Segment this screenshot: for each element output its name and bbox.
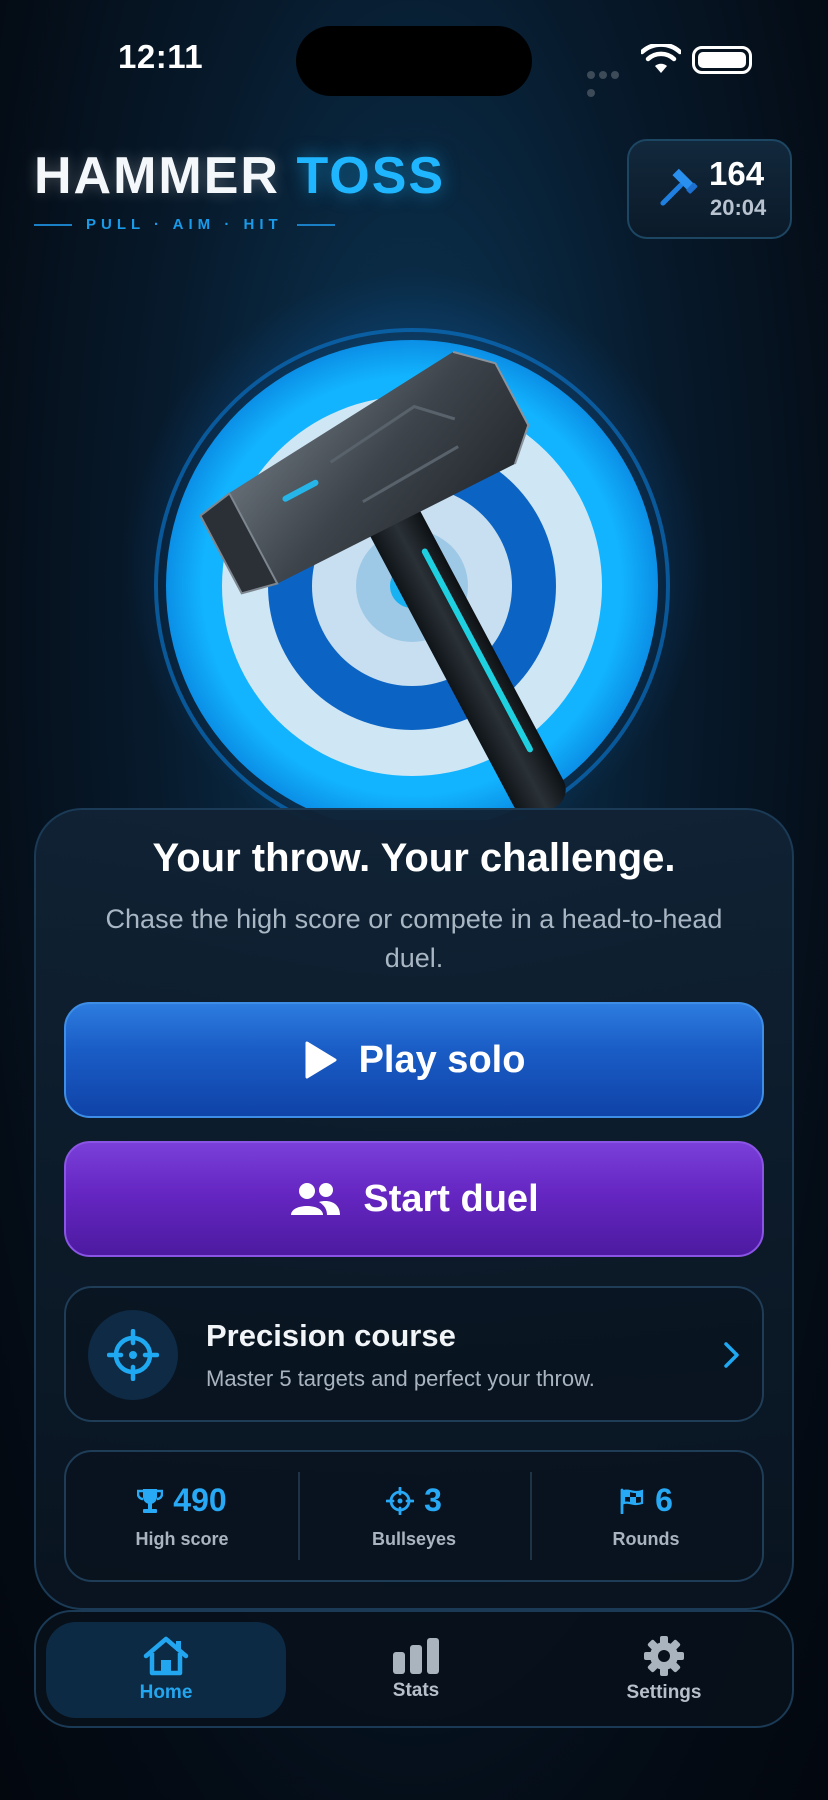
home-icon xyxy=(143,1636,189,1676)
checkered-flag-icon xyxy=(620,1488,644,1514)
tab-bar: Home Stats Settings xyxy=(34,1610,794,1728)
game-title: HAMMER TOSS xyxy=(34,146,445,206)
chevron-right-icon xyxy=(724,1342,739,1368)
stat-rounds: 6 Rounds xyxy=(530,1452,762,1580)
bullseyes-label: Bullseyes xyxy=(371,1529,457,1549)
cellular-signal-icon xyxy=(587,66,633,97)
bullseyes-value: 3 xyxy=(424,1482,442,1518)
play-solo-label: Play solo xyxy=(358,1038,526,1081)
tab-stats-label: Stats xyxy=(392,1680,440,1701)
users-icon xyxy=(291,1183,341,1215)
gear-icon xyxy=(644,1636,684,1676)
wifi-icon xyxy=(641,44,681,73)
rounds-value: 6 xyxy=(655,1482,673,1518)
refill-timer: 20:04 xyxy=(710,195,767,220)
tab-home-label: Home xyxy=(139,1682,193,1703)
crosshair-icon xyxy=(107,1329,159,1381)
start-duel-button[interactable]: Start duel xyxy=(64,1141,764,1257)
course-description: Master 5 targets and perfect your throw. xyxy=(206,1366,595,1391)
course-title: Precision course xyxy=(206,1318,456,1353)
crosshair-icon xyxy=(386,1486,415,1515)
stat-high-score: 490 High score xyxy=(66,1452,298,1580)
rounds-label: Rounds xyxy=(612,1529,680,1549)
dynamic-island xyxy=(296,26,532,96)
tagline: PULL · AIM · HIT xyxy=(34,216,335,233)
hammer-icon xyxy=(660,168,698,206)
start-duel-label: Start duel xyxy=(363,1177,539,1220)
tab-settings-label: Settings xyxy=(626,1682,702,1703)
stat-bullseyes: 3 Bullseyes xyxy=(298,1452,530,1580)
status-time: 12:11 xyxy=(118,38,204,75)
bar-chart-icon xyxy=(393,1638,439,1674)
play-icon xyxy=(305,1041,337,1079)
card-title: Your throw. Your challenge. xyxy=(152,836,676,880)
tagline-rule-left xyxy=(34,223,72,226)
play-solo-button[interactable]: Play solo xyxy=(64,1002,764,1118)
high-score-label: High score xyxy=(135,1529,229,1549)
hammer-counter[interactable]: 164 20:04 xyxy=(627,139,792,239)
hammer-count: 164 xyxy=(709,155,765,192)
battery-icon xyxy=(692,46,752,74)
tagline-rule-right xyxy=(296,223,335,226)
trophy-icon xyxy=(137,1488,164,1513)
precision-course-row[interactable]: Precision course Master 5 targets and pe… xyxy=(64,1286,764,1422)
hero-hammer-target-image xyxy=(154,328,670,820)
title-word-hammer: HAMMER xyxy=(34,147,280,205)
card-subtitle: Chase the high score or compete in a hea… xyxy=(105,904,723,973)
high-score-value: 490 xyxy=(173,1482,227,1518)
tagline-text: PULL · AIM · HIT xyxy=(86,216,283,233)
tab-stats[interactable]: Stats xyxy=(296,1622,536,1718)
tab-settings[interactable]: Settings xyxy=(544,1622,784,1718)
stats-summary: 490 High score 3 Bullseyes 6 Rounds xyxy=(64,1450,764,1582)
title-word-toss: TOSS xyxy=(296,147,446,205)
tab-home[interactable]: Home xyxy=(46,1622,286,1718)
